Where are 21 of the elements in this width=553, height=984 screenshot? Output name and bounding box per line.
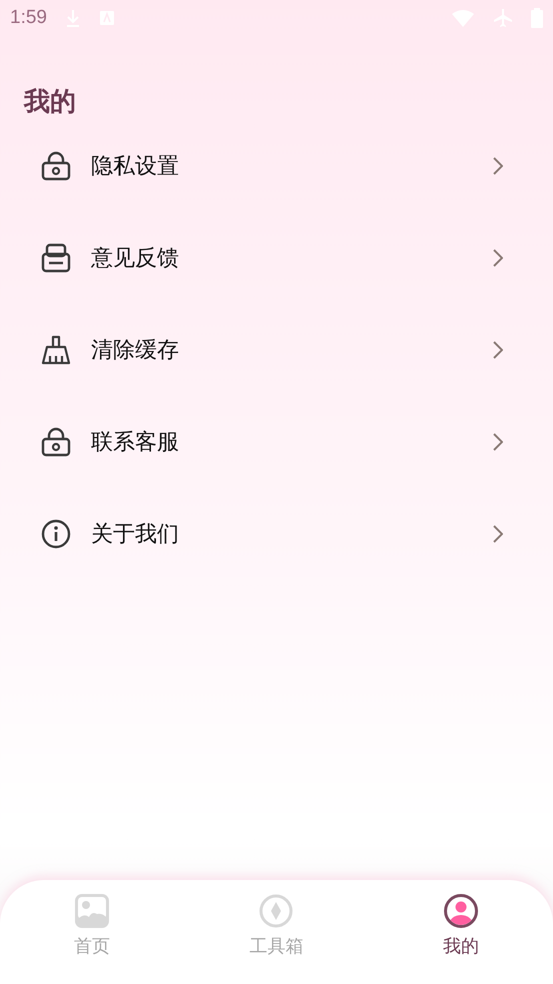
info-icon <box>41 519 71 549</box>
chevron-right-icon <box>493 249 503 267</box>
chevron-right-icon <box>493 525 503 543</box>
tray-icon <box>41 243 71 273</box>
page-title: 我的 <box>24 86 77 118</box>
broom-icon <box>41 335 71 365</box>
person-icon <box>444 894 478 928</box>
nav-tab[interactable]: 我的 <box>368 880 553 984</box>
image-icon <box>75 894 110 928</box>
chevron-right-icon <box>493 157 503 175</box>
menu-item[interactable]: 隐私设置 <box>0 120 553 212</box>
menu-item[interactable]: 清除缓存 <box>0 304 553 396</box>
lock-icon <box>41 151 71 181</box>
chevron-right-icon <box>493 341 503 359</box>
status-time: 1:59 <box>10 7 47 29</box>
menu-item[interactable]: 联系客服 <box>0 396 553 488</box>
lock-icon <box>41 427 71 457</box>
compass-icon <box>259 894 294 928</box>
chevron-right-icon <box>493 433 503 451</box>
menu-item[interactable]: 关于我们 <box>0 488 553 580</box>
menu-item[interactable]: 意见反馈 <box>0 212 553 304</box>
